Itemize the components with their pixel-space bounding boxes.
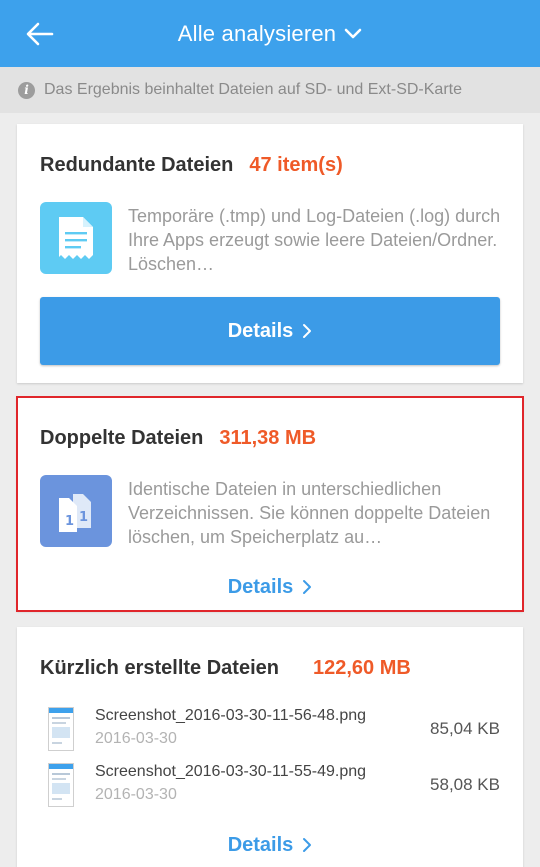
chevron-right-icon — [303, 580, 312, 594]
file-size: 58,08 KB — [430, 775, 500, 794]
page-title: Alle analysieren — [177, 20, 337, 46]
duplicate-files-icon: 1 1 — [40, 475, 112, 547]
card-count: 47 item(s) — [249, 154, 343, 176]
file-date: 2016-03-30 — [95, 730, 177, 747]
chevron-right-icon — [303, 324, 312, 338]
card-redundant-files: Redundante Dateien 47 item(s) Temporäre … — [17, 124, 523, 383]
card-duplicate-files: Doppelte Dateien 311,38 MB 1 1 Identisch… — [17, 397, 523, 611]
card-recent-files: Kürzlich erstellte Dateien 122,60 MB Scr… — [17, 627, 523, 867]
document-icon — [40, 202, 112, 274]
card-description: Temporäre (.tmp) und Log-Dateien (.log) … — [128, 206, 501, 274]
details-label: Details — [227, 319, 294, 342]
details-link[interactable]: Details — [17, 567, 523, 607]
file-size: 85,04 KB — [430, 719, 500, 738]
sd-card-notice: i Das Ergebnis beinhaltet Dateien auf SD… — [0, 67, 540, 113]
file-name: Screenshot_2016-03-30-11-55-49.png — [95, 763, 367, 780]
card-description: Identische Dateien in unterschiedlichen … — [128, 479, 491, 547]
details-link[interactable]: Details — [17, 825, 523, 865]
notice-text: Das Ergebnis beinhaltet Dateien auf SD- … — [44, 81, 462, 98]
app-bar: Alle analysieren — [0, 0, 540, 67]
scan-mode-dropdown[interactable]: Alle analysieren — [0, 0, 540, 67]
card-count: 122,60 MB — [312, 657, 411, 679]
list-item[interactable]: Screenshot_2016-03-30-11-55-49.png 2016-… — [40, 763, 500, 813]
image-thumbnail — [48, 707, 74, 751]
file-date: 2016-03-30 — [95, 786, 177, 803]
card-title: Kürzlich erstellte Dateien — [40, 657, 279, 679]
chevron-down-icon — [344, 28, 362, 38]
chevron-right-icon — [303, 838, 312, 852]
card-title: Doppelte Dateien — [40, 427, 204, 449]
details-button[interactable]: Details — [40, 297, 500, 365]
svg-text:1: 1 — [79, 510, 88, 525]
card-title: Redundante Dateien — [40, 154, 234, 176]
card-count: 311,38 MB — [219, 427, 317, 449]
image-thumbnail — [48, 763, 74, 807]
details-label: Details — [227, 833, 294, 856]
details-label: Details — [227, 575, 294, 598]
file-name: Screenshot_2016-03-30-11-56-48.png — [95, 707, 367, 724]
info-icon: i — [18, 81, 35, 99]
list-item[interactable]: Screenshot_2016-03-30-11-56-48.png 2016-… — [40, 707, 500, 757]
svg-text:1: 1 — [65, 514, 74, 529]
